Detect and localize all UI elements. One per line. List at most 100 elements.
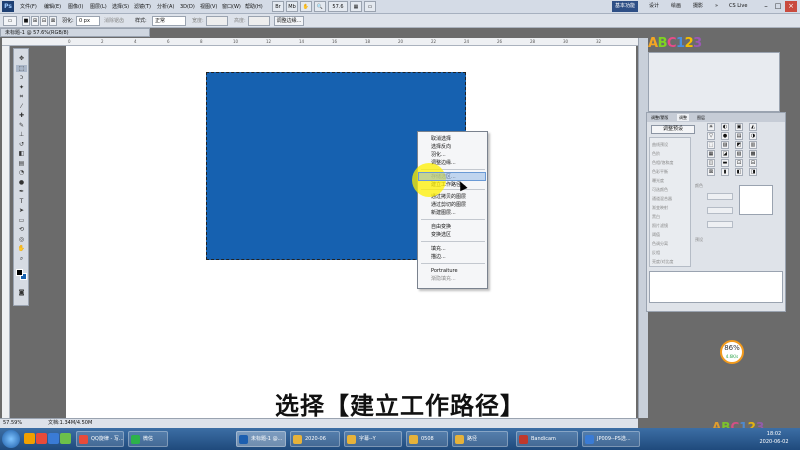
menu-view[interactable]: 视图(V) xyxy=(200,2,217,12)
adjustment-preset-icon[interactable]: ▣ xyxy=(735,123,743,131)
adjustment-preset-icon[interactable]: ◭ xyxy=(749,123,757,131)
menu-select[interactable]: 选择(S) xyxy=(112,2,129,12)
taskbar-button[interactable]: 字幕--Y xyxy=(344,431,402,447)
context-menu-item[interactable]: 通过剪切的图层 xyxy=(431,201,466,209)
adjust-list-item[interactable]: 反相 xyxy=(652,249,690,256)
menu-filter[interactable]: 滤镜(T) xyxy=(134,2,151,12)
close-icon[interactable]: × xyxy=(785,1,797,12)
adjustment-preset-icon[interactable]: ▮ xyxy=(721,168,729,176)
quick-launch-icon[interactable] xyxy=(60,433,71,444)
context-menu-item[interactable]: 选择反向 xyxy=(431,143,451,151)
adjust-list-item[interactable]: 色相/饱和度 xyxy=(652,159,690,166)
gradient-tool-icon[interactable]: ▤ xyxy=(16,160,27,167)
minimize-icon[interactable]: – xyxy=(760,1,772,12)
eyedropper-tool-icon[interactable]: ⁄ xyxy=(16,103,27,110)
adjustment-preset-icon[interactable]: ◨ xyxy=(749,168,757,176)
adjustment-preset-icon[interactable]: ◫ xyxy=(707,159,715,167)
adjust-list-item[interactable]: 渐变映射 xyxy=(652,204,690,211)
feather-input[interactable]: 0 px xyxy=(76,16,100,26)
workspace-essentials[interactable]: 基本功能 xyxy=(612,1,639,12)
adjust-list-item[interactable]: 曝光度 xyxy=(652,177,690,184)
adjust-list-item[interactable]: 色彩平衡 xyxy=(652,168,690,175)
adjust-list-item[interactable]: 色阶 xyxy=(652,150,690,157)
adjustment-preset-icon[interactable]: ☀ xyxy=(707,123,715,131)
taskbar-button[interactable]: 2020-06 xyxy=(290,431,340,447)
hand-tool-button[interactable]: ✋ xyxy=(300,1,312,12)
shape-tool-icon[interactable]: ▭ xyxy=(16,217,27,224)
document-tab[interactable]: 未标题-1 @ 57.6%(RGB/8) xyxy=(0,28,150,37)
menu-edit[interactable]: 编辑(E) xyxy=(44,2,61,12)
adjust-list-item[interactable]: 照片滤镜 xyxy=(652,222,690,229)
context-menu-item[interactable]: 描边... xyxy=(431,253,446,261)
zoom-level[interactable]: 57.6 xyxy=(328,1,348,12)
healing-tool-icon[interactable]: ✚ xyxy=(16,112,27,119)
arrange-button[interactable]: ▦ xyxy=(350,1,362,12)
eraser-tool-icon[interactable]: ◧ xyxy=(16,150,27,157)
adjustment-preset-icon[interactable]: ◩ xyxy=(735,141,743,149)
taskbar-button[interactable]: Bandicam xyxy=(516,431,578,447)
workspace-more[interactable]: » xyxy=(712,1,721,12)
workspace-painting[interactable]: 绘画 xyxy=(668,1,684,12)
zoom-tool-icon[interactable]: ⌕ xyxy=(16,255,27,262)
pen-tool-icon[interactable]: ✒ xyxy=(16,188,27,195)
workspace-photography[interactable]: 摄影 xyxy=(690,1,706,12)
adjust-list-item[interactable]: 亮度/对比度 xyxy=(652,258,690,265)
tab-layers[interactable]: 图层 xyxy=(695,114,707,121)
path-select-icon[interactable]: ➤ xyxy=(16,207,27,214)
menu-analysis[interactable]: 分析(A) xyxy=(157,2,174,12)
quick-mask-icon[interactable]: ◙ xyxy=(16,289,27,296)
3d-orbit-icon[interactable]: ◎ xyxy=(16,236,27,243)
brush-tool-icon[interactable]: ✎ xyxy=(16,122,27,129)
context-menu-item[interactable]: 自由变换 xyxy=(431,223,451,231)
tab-adjust[interactable]: 调整 xyxy=(677,114,689,121)
adjustment-preset-icon[interactable]: ▨ xyxy=(721,141,729,149)
menu-layer[interactable]: 图层(L) xyxy=(90,2,107,12)
adjust-preset-button[interactable]: 调整预设 xyxy=(651,125,695,134)
context-menu-item[interactable]: 填充... xyxy=(431,245,446,253)
bridge-button[interactable]: Br xyxy=(272,1,284,12)
adjustment-preset-icon[interactable]: ◧ xyxy=(735,168,743,176)
adjust-field-3[interactable] xyxy=(707,221,733,228)
adjustment-preset-icon[interactable]: ⊟ xyxy=(749,159,757,167)
adjustment-preset-icon[interactable]: ◑ xyxy=(749,132,757,140)
dodge-tool-icon[interactable]: ● xyxy=(16,179,27,186)
taskbar-button[interactable]: 0508 xyxy=(406,431,448,447)
menu-help[interactable]: 帮助(H) xyxy=(245,2,263,12)
refine-edge-button[interactable]: 调整边缘... xyxy=(274,16,304,26)
adjustment-preset-icon[interactable]: ⊡ xyxy=(735,159,743,167)
lasso-tool-icon[interactable]: ↄ xyxy=(16,74,27,81)
adjustment-preset-icon[interactable]: ▤ xyxy=(735,132,743,140)
move-tool-icon[interactable]: ✥ xyxy=(16,55,27,62)
adjust-list-item[interactable]: 阈值 xyxy=(652,231,690,238)
stamp-tool-icon[interactable]: ⊥ xyxy=(16,131,27,138)
menu-image[interactable]: 图像(I) xyxy=(68,2,83,12)
adjustment-preset-icon[interactable]: ▧ xyxy=(735,150,743,158)
taskbar-button[interactable]: 未标题-1 @... xyxy=(236,431,286,447)
marquee-preset-icon[interactable]: ▭ xyxy=(3,16,17,26)
subtract-selection-icon[interactable]: ⊟ xyxy=(40,16,48,26)
adjust-list-item[interactable]: 可选颜色 xyxy=(652,186,690,193)
magic-wand-tool-icon[interactable]: ✦ xyxy=(16,84,27,91)
system-clock[interactable]: 18:02 2020-06-02 xyxy=(752,430,796,446)
crop-tool-icon[interactable]: ⌗ xyxy=(16,93,27,100)
height-input[interactable] xyxy=(248,16,270,26)
antialias-checkbox[interactable]: 消除锯齿 xyxy=(104,16,124,26)
adjustment-preset-icon[interactable]: ▬ xyxy=(721,159,729,167)
adjust-field-1[interactable] xyxy=(707,193,733,200)
adjust-list-item[interactable]: 黑白 xyxy=(652,213,690,220)
adjust-list-item[interactable]: 色调分离 xyxy=(652,240,690,247)
hand-tool-icon[interactable]: ✋ xyxy=(16,245,27,252)
adjust-field-2[interactable] xyxy=(707,207,733,214)
context-menu-item[interactable]: 羽化... xyxy=(431,151,446,159)
adjustment-preset-icon[interactable]: ⬚ xyxy=(707,141,715,149)
context-menu-item[interactable]: 取消选择 xyxy=(431,135,451,143)
minibridge-button[interactable]: Mb xyxy=(286,1,298,12)
context-menu-item[interactable]: 渐隐填充... xyxy=(431,275,456,283)
network-speed-widget[interactable]: 86% 4.6K/s xyxy=(720,340,744,364)
style-select[interactable]: 正常 xyxy=(152,16,186,26)
intersect-selection-icon[interactable]: ⊠ xyxy=(49,16,57,26)
type-tool-icon[interactable]: T xyxy=(16,198,27,205)
quick-launch-icon[interactable] xyxy=(36,433,47,444)
taskbar-button[interactable]: 微信 xyxy=(128,431,168,447)
taskbar-button[interactable]: 路径 xyxy=(452,431,508,447)
